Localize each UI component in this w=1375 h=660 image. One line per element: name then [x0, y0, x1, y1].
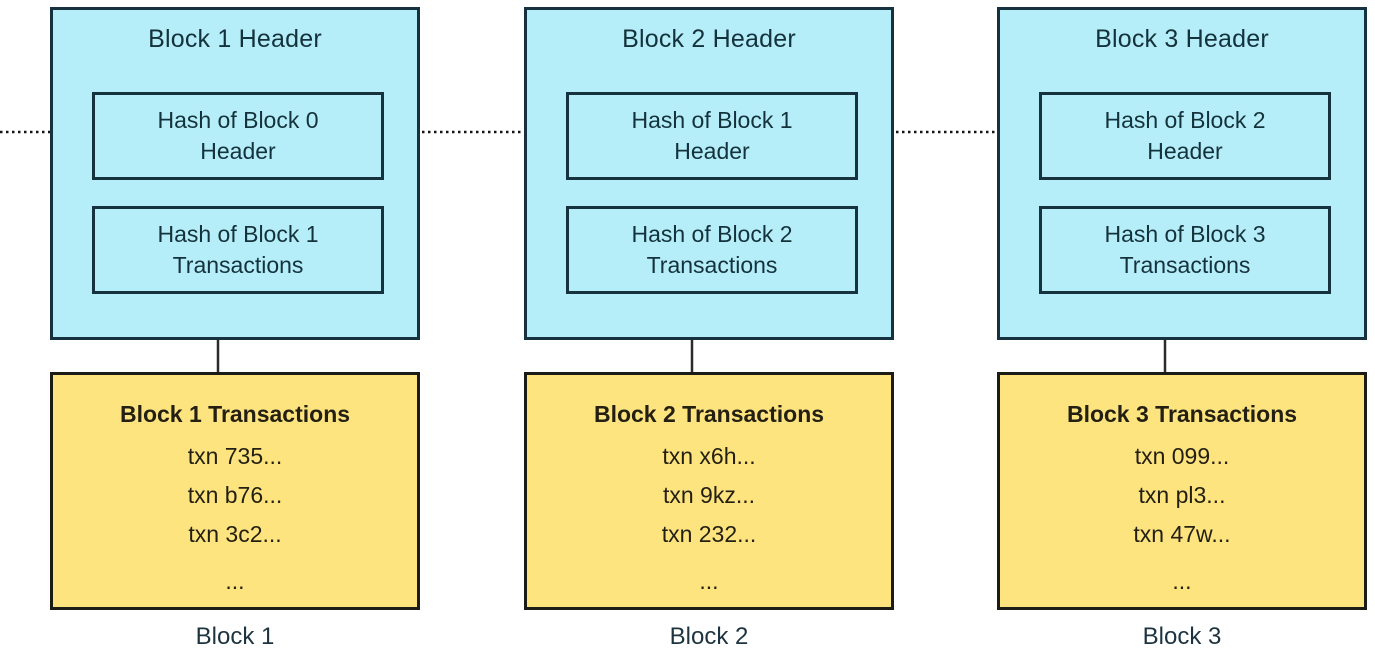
- block-2-hash-of-prev-header-box: Hash of Block 1 Header: [566, 92, 858, 180]
- block-2-transactions-list: txn x6h... txn 9kz... txn 232... ...: [527, 437, 891, 601]
- block-1-hash-prev-line-1: Hash of Block 0: [157, 107, 319, 133]
- block-3-hash-of-prev-header-box: Hash of Block 2 Header: [1039, 92, 1331, 180]
- list-item: txn 47w...: [1133, 521, 1231, 547]
- block-1-hash-txns-line-1: Hash of Block 1: [157, 221, 319, 247]
- block-2-hash-txns-line-1: Hash of Block 2: [631, 221, 793, 247]
- block-1-transactions-ellipsis: ...: [225, 568, 245, 594]
- block-1-transactions-title: Block 1 Transactions: [119, 401, 351, 427]
- block-3-transactions-title: Block 3 Transactions: [1066, 401, 1298, 427]
- block-2-transactions-ellipsis: ...: [699, 568, 719, 594]
- list-item: txn b76...: [187, 482, 283, 508]
- block-2-header-title: Block 2 Header: [622, 25, 796, 53]
- block-1-hash-prev-line-2: Header: [200, 138, 276, 164]
- block-3-caption: Block 3: [1142, 623, 1222, 650]
- block-1-header-box: Block 1 Header Hash of Block 0 Header Ha…: [50, 7, 420, 340]
- block-3-hash-txns-line-2: Transactions: [1119, 252, 1251, 278]
- block-2-hash-of-transactions-box: Hash of Block 2 Transactions: [566, 206, 858, 294]
- block-3-transactions-ellipsis: ...: [1172, 568, 1192, 594]
- list-item: txn 3c2...: [188, 521, 282, 547]
- list-item: txn 735...: [187, 443, 283, 469]
- block-2-hash-txns-line-2: Transactions: [646, 252, 778, 278]
- block-column-2: Block 2 Header Hash of Block 1 Header Ha…: [524, 0, 894, 660]
- block-column-3: Block 3 Header Hash of Block 2 Header Ha…: [997, 0, 1367, 660]
- list-item: txn 099...: [1134, 443, 1230, 469]
- block-3-transactions-list: txn 099... txn pl3... txn 47w... ...: [1000, 437, 1364, 601]
- block-3-hash-of-transactions-box: Hash of Block 3 Transactions: [1039, 206, 1331, 294]
- block-2-transactions-title: Block 2 Transactions: [593, 401, 825, 427]
- block-2-hash-prev-line-2: Header: [674, 138, 750, 164]
- block-1-caption: Block 1: [195, 623, 275, 650]
- block-3-header-box: Block 3 Header Hash of Block 2 Header Ha…: [997, 7, 1367, 340]
- block-3-hash-prev-line-1: Hash of Block 2: [1104, 107, 1266, 133]
- block-3-header-title: Block 3 Header: [1095, 25, 1269, 53]
- block-1-hash-txns-line-2: Transactions: [172, 252, 304, 278]
- list-item: txn pl3...: [1138, 482, 1226, 508]
- list-item: txn 232...: [661, 521, 757, 547]
- block-1-hash-of-transactions-box: Hash of Block 1 Transactions: [92, 206, 384, 294]
- list-item: txn x6h...: [662, 443, 756, 469]
- block-2-header-box: Block 2 Header Hash of Block 1 Header Ha…: [524, 7, 894, 340]
- block-1-hash-of-prev-header-box: Hash of Block 0 Header: [92, 92, 384, 180]
- block-1-transactions-list: txn 735... txn b76... txn 3c2... ...: [53, 437, 417, 601]
- list-item: txn 9kz...: [662, 482, 756, 508]
- block-1-transactions-box: Block 1 Transactions txn 735... txn b76.…: [50, 372, 420, 610]
- block-2-transactions-box: Block 2 Transactions txn x6h... txn 9kz.…: [524, 372, 894, 610]
- block-2-caption: Block 2: [669, 623, 749, 650]
- diagram-canvas: Block 1 Header Hash of Block 0 Header Ha…: [0, 0, 1375, 660]
- block-3-hash-prev-line-2: Header: [1147, 138, 1223, 164]
- block-3-hash-txns-line-1: Hash of Block 3: [1104, 221, 1266, 247]
- block-2-hash-prev-line-1: Hash of Block 1: [631, 107, 793, 133]
- block-column-1: Block 1 Header Hash of Block 0 Header Ha…: [50, 0, 420, 660]
- block-3-transactions-box: Block 3 Transactions txn 099... txn pl3.…: [997, 372, 1367, 610]
- block-1-header-title: Block 1 Header: [148, 25, 322, 53]
